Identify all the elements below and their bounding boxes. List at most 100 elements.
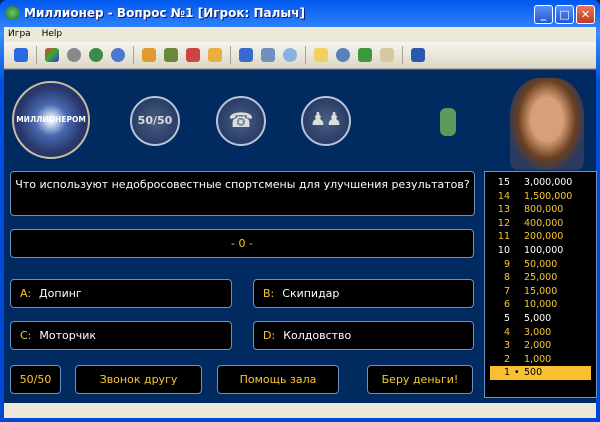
prize-amount: 25,000 [524,272,558,284]
ask-audience-button[interactable]: Помощь зала [217,365,339,394]
prize-row: 12 400,000 [490,217,591,231]
current-marker [514,312,524,326]
current-marker [514,285,524,299]
prize-level: 12 [497,217,510,229]
current-marker [514,353,524,367]
prize-row: 8 25,000 [490,271,591,285]
prize-level: 8 [503,272,510,284]
home-icon[interactable] [358,48,372,62]
menu-help[interactable]: Help [38,27,67,39]
prize-row: 10 100,000 [490,244,591,258]
prize-level: 15 [497,177,510,188]
prize-level: 6 [503,299,510,311]
lifeline-audience-icon[interactable]: ♟♟ [301,96,351,146]
prize-row: 2 1,000 [490,353,591,367]
new-game-icon[interactable] [14,48,28,62]
prize-amount: 100,000 [524,244,564,256]
phone-friend-button[interactable]: Звонок другу [75,365,202,394]
host-portrait [510,78,584,170]
prize-amount: 800,000 [524,204,564,216]
lifeline-fifty[interactable]: 50/50 [130,96,180,146]
prize-level: 14 [497,190,510,202]
answer-b[interactable]: B: Скипидар [253,279,474,308]
table-icon[interactable] [239,48,253,62]
take-money-button[interactable]: Беру деньги! [367,365,473,394]
current-marker [514,271,524,285]
maximize-button[interactable]: □ [555,5,574,24]
current-marker [514,298,524,312]
exit-icon[interactable] [411,48,425,62]
sound-icon[interactable] [67,48,81,62]
app-window: Миллионер - Вопрос №1 [Игрок: Палыч] _ □… [0,0,600,422]
prize-level: 11 [497,231,510,243]
menu-game[interactable]: Игра [4,27,35,39]
prize-amount: 1,000 [524,353,552,365]
window-icon[interactable] [261,48,275,62]
lifeline-phone-icon[interactable]: ☎ [216,96,266,146]
prize-level: 3 [503,340,510,352]
prize-level: 2 [503,353,510,365]
help-icon[interactable] [314,48,328,62]
question-box: Что используют недобросовестные спортсме… [10,171,475,216]
prize-amount: 3,000 [524,326,552,338]
answer-text: Колдовство [283,329,352,342]
prize-row: 13 800,000 [490,203,591,217]
prize-row: 1 • 500 [490,366,591,380]
prize-amount: 10,000 [524,299,558,311]
prize-row: 14 1,500,000 [490,190,591,204]
answer-a[interactable]: A: Допинг [10,279,232,308]
answer-text: Скипидар [282,287,340,300]
prize-row: 3 2,000 [490,339,591,353]
chat-icon[interactable] [336,48,350,62]
prize-row: 4 3,000 [490,326,591,340]
questions-icon[interactable] [186,48,200,62]
prize-amount: 5,000 [524,312,552,324]
window-title: Миллионер - Вопрос №1 [Игрок: Палыч] [24,6,305,20]
search-icon[interactable] [283,48,297,62]
menu-bar: Игра Help [4,27,596,42]
current-marker [514,258,524,272]
logo-text: МИЛЛИОНЕРОМ [16,115,86,124]
answer-c[interactable]: C: Моторчик [10,321,232,350]
answer-letter: A: [20,287,32,300]
answer-letter: D: [263,329,276,342]
prize-ladder: 15 3,000,000 14 1,500,000 13 800,000 12 400,000… [484,171,597,398]
current-marker [514,217,524,231]
app-icon [5,6,20,20]
current-marker [514,190,524,204]
current-marker: • [514,367,520,379]
about-icon[interactable] [380,48,394,62]
current-marker [514,176,524,190]
fifty-fifty-button[interactable]: 50/50 [10,365,61,394]
prize-level: 5 [503,312,510,324]
prize-level: 1 [503,367,510,379]
toolbar [4,42,596,69]
prize-row: 15 3,000,000 [490,176,591,190]
answer-d[interactable]: D: Колдовство [253,321,474,350]
status-bar [4,403,596,418]
colors-icon[interactable] [45,48,59,62]
player-icon[interactable] [142,48,156,62]
game-logo: МИЛЛИОНЕРОМ [12,81,90,159]
prize-amount: 1,500,000 [524,190,573,202]
close-button[interactable]: ✕ [576,5,595,24]
current-marker [514,203,524,217]
prize-amount: 3,000,000 [524,177,573,188]
prize-level: 7 [503,285,510,297]
prize-amount: 200,000 [524,231,564,243]
players-icon[interactable] [164,48,178,62]
prize-row: 11 200,000 [490,230,591,244]
money-bag-icon[interactable] [208,48,222,62]
refresh-icon[interactable] [89,48,103,62]
prize-row: 6 10,000 [490,298,591,312]
money-icon [440,108,456,136]
answer-letter: C: [20,329,32,342]
prize-level: 10 [497,244,510,256]
answer-text: Моторчик [39,329,97,342]
prize-level: 13 [497,204,510,216]
minimize-button[interactable]: _ [534,5,553,24]
prize-amount: 15,000 [524,285,558,297]
prize-level: 9 [503,258,510,270]
prize-row: 7 15,000 [490,285,591,299]
timer-icon[interactable] [111,48,125,62]
